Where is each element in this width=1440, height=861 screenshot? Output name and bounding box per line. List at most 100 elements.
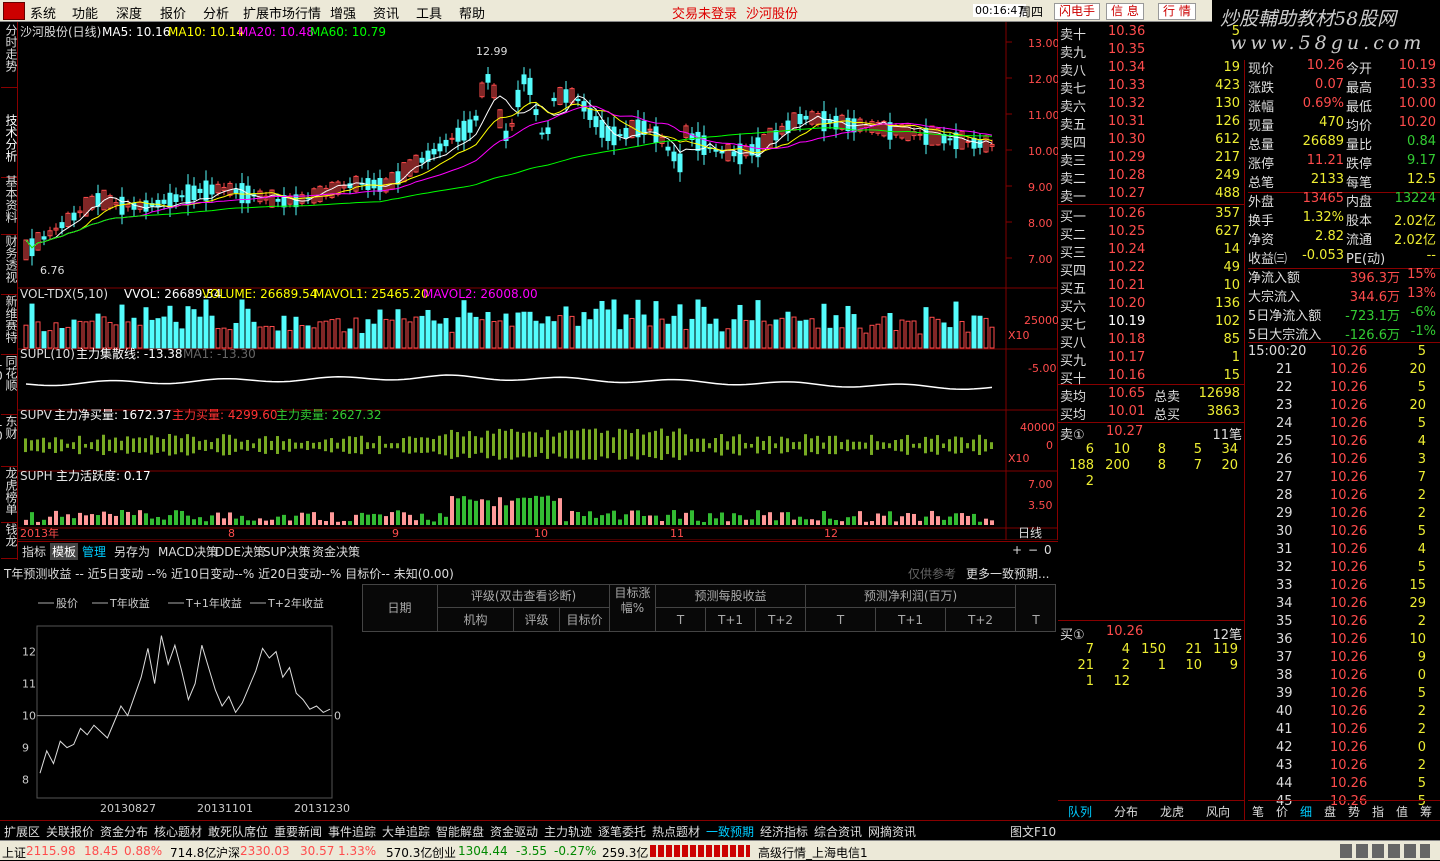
buy-level-row[interactable]: 买九 10.17 1 [1058, 350, 1244, 369]
tab-manage[interactable]: 管理 [80, 543, 108, 560]
left-tab-eastmoney[interactable]: 东财10 [0, 415, 18, 467]
sell-level-row[interactable]: 卖五 10.31 126 [1058, 114, 1244, 133]
volume-bar [629, 317, 635, 349]
login-status[interactable]: 交易未登录 [672, 3, 737, 22]
reset-button[interactable]: 0 [1042, 543, 1054, 557]
sell-level-row[interactable]: 卖六 10.32 130 [1058, 96, 1244, 115]
buy-level-row[interactable]: 买六 10.20 136 [1058, 296, 1244, 315]
bottom-tab[interactable]: 重要新闻 [274, 823, 322, 840]
tab-zhi[interactable]: 指 [1372, 803, 1384, 820]
buy-level-row[interactable]: 买一 10.26 357 [1058, 206, 1244, 225]
market-button[interactable]: 行 情 [1158, 3, 1196, 20]
tab-shi[interactable]: 势 [1348, 803, 1360, 820]
bottom-tab[interactable]: 资金驱动 [490, 823, 538, 840]
bottom-tab[interactable]: 敢死队席位 [208, 823, 268, 840]
tab-dist[interactable]: 分布 [1114, 803, 1138, 820]
sell-level-row[interactable]: 卖二 10.28 249 [1058, 168, 1244, 187]
tab-indicator[interactable]: 指标 [20, 543, 48, 560]
quote-val2: 10.33 [1398, 77, 1436, 92]
bottom-tab[interactable]: 经济指标 [760, 823, 808, 840]
left-tab-intraday[interactable]: 分时走势 [1, 24, 18, 88]
bottom-tab[interactable]: 事件追踪 [328, 823, 376, 840]
sell-level-row[interactable]: 卖四 10.30 612 [1058, 132, 1244, 151]
supv-bar [918, 446, 921, 449]
tab-jia[interactable]: 价 [1276, 803, 1288, 820]
ob-price: 10.22 [1108, 260, 1146, 275]
left-tab-ths[interactable]: 同花顺10 [0, 355, 18, 415]
tab-chip[interactable]: 筹 [1420, 803, 1432, 820]
buy-level-row[interactable]: 买五 10.21 10 [1058, 278, 1244, 297]
info-button[interactable]: 信 息 [1106, 3, 1144, 20]
bottom-tab[interactable]: 智能解盘 [436, 823, 484, 840]
suph-tick-mid: 3.50 [1028, 499, 1053, 512]
bottom-tab[interactable]: 资金分布 [100, 823, 148, 840]
sell-level-row[interactable]: 卖八 10.34 19 [1058, 60, 1244, 79]
suph-bar [72, 518, 76, 525]
zoom-out-button[interactable]: − [1026, 543, 1040, 557]
buy-level-row[interactable]: 买十 10.16 15 [1058, 368, 1244, 387]
tab-value[interactable]: 值 [1396, 803, 1408, 820]
bottom-tab[interactable]: 关联报价 [46, 823, 94, 840]
left-tab-qianlong[interactable]: 钱龙 [1, 523, 18, 559]
menu-ext-market[interactable]: 扩展市场行情 [243, 3, 321, 22]
tab-dragon[interactable]: 龙虎 [1160, 803, 1184, 820]
menu-help[interactable]: 帮助 [459, 3, 485, 22]
period-label[interactable]: 日线 [1018, 526, 1042, 540]
buy-level-row[interactable]: 买八 10.18 85 [1058, 332, 1244, 351]
tab-dde[interactable]: DDE决策 [213, 543, 267, 560]
menu-quote[interactable]: 报价 [160, 3, 186, 22]
menu-info[interactable]: 资讯 [373, 3, 399, 22]
menu-depth[interactable]: 深度 [116, 3, 142, 22]
bottom-tab[interactable]: 热点题材 [652, 823, 700, 840]
bottom-tab[interactable]: 大单追踪 [382, 823, 430, 840]
buy-level-row[interactable]: 买二 10.25 627 [1058, 224, 1244, 243]
buy-level-row[interactable]: 买七 10.19 102 [1058, 314, 1244, 333]
volume-bar [923, 307, 929, 349]
bottom-tab[interactable]: 网摘资讯 [868, 823, 916, 840]
supv-bar [348, 446, 351, 454]
menu-enhance[interactable]: 增强 [330, 3, 356, 22]
sell-level-row[interactable]: 卖七 10.33 423 [1058, 78, 1244, 97]
left-tab-technical[interactable]: 技术分析 [1, 114, 18, 178]
left-tab-xinwei[interactable]: 新维赛特 [1, 295, 18, 355]
sell-level-row[interactable]: 卖三 10.29 217 [1058, 150, 1244, 169]
main-chart-area[interactable]: 沙河股份(日线) MA5: 10.16 MA10: 10.14 MA20: 10… [18, 22, 1060, 541]
menu-analysis[interactable]: 分析 [203, 3, 229, 22]
volume-bar [869, 324, 875, 349]
supv-bar [246, 439, 249, 446]
kline-chart[interactable]: 沙河股份(日线) MA5: 10.16 MA10: 10.14 MA20: 10… [18, 22, 1060, 541]
left-tab-fundamentals[interactable]: 基本资料 [1, 175, 18, 235]
menu-tools[interactable]: 工具 [416, 3, 442, 22]
bottom-tab[interactable]: 一致预期 [706, 823, 754, 840]
lightning-button[interactable]: 闪电手 [1054, 3, 1101, 20]
tab-saveas[interactable]: 另存为 [112, 543, 152, 560]
bottom-tab[interactable]: 图文F10 [1010, 823, 1056, 840]
zoom-in-button[interactable]: + [1010, 543, 1024, 557]
left-tab-financial[interactable]: 财务透视 [1, 235, 18, 295]
buy-level-row[interactable]: 买四 10.22 49 [1058, 260, 1244, 279]
sell-level-row[interactable]: 卖九 10.35 [1058, 42, 1244, 61]
col-rating[interactable]: 评级(双击查看诊断) [438, 584, 610, 608]
tab-queue[interactable]: 队列 [1068, 803, 1092, 820]
sell-level-row[interactable]: 卖一 10.27 488 [1058, 186, 1244, 205]
sell-level-row[interactable]: 卖十 10.36 5 [1058, 24, 1244, 43]
tab-xi[interactable]: 细 [1300, 803, 1312, 820]
tab-macd[interactable]: MACD决策 [156, 543, 220, 560]
bottom-tab[interactable]: 核心题材 [154, 823, 202, 840]
bottom-tab[interactable]: 综合资讯 [814, 823, 862, 840]
tab-pan[interactable]: 盘 [1324, 803, 1336, 820]
bottom-tab[interactable]: 主力轨迹 [544, 823, 592, 840]
forecast-more-link[interactable]: 更多一致预期... [966, 565, 1049, 582]
tab-fund[interactable]: 资金决策 [310, 543, 362, 560]
bottom-tab[interactable]: 逐笔委托 [598, 823, 646, 840]
tab-template[interactable]: 模板 [50, 543, 79, 560]
tab-bi[interactable]: 笔 [1252, 803, 1264, 820]
left-tab-dragon[interactable]: 龙虎榜单 [1, 467, 18, 523]
tab-wind[interactable]: 风向 [1206, 803, 1230, 820]
buy-level-row[interactable]: 买三 10.24 14 [1058, 242, 1244, 261]
menu-function[interactable]: 功能 [72, 3, 98, 22]
tab-sup[interactable]: SUP决策 [261, 543, 313, 560]
suph-bar [936, 516, 940, 525]
menu-system[interactable]: 系统 [30, 3, 56, 22]
bottom-tab[interactable]: 扩展区 [4, 823, 40, 840]
